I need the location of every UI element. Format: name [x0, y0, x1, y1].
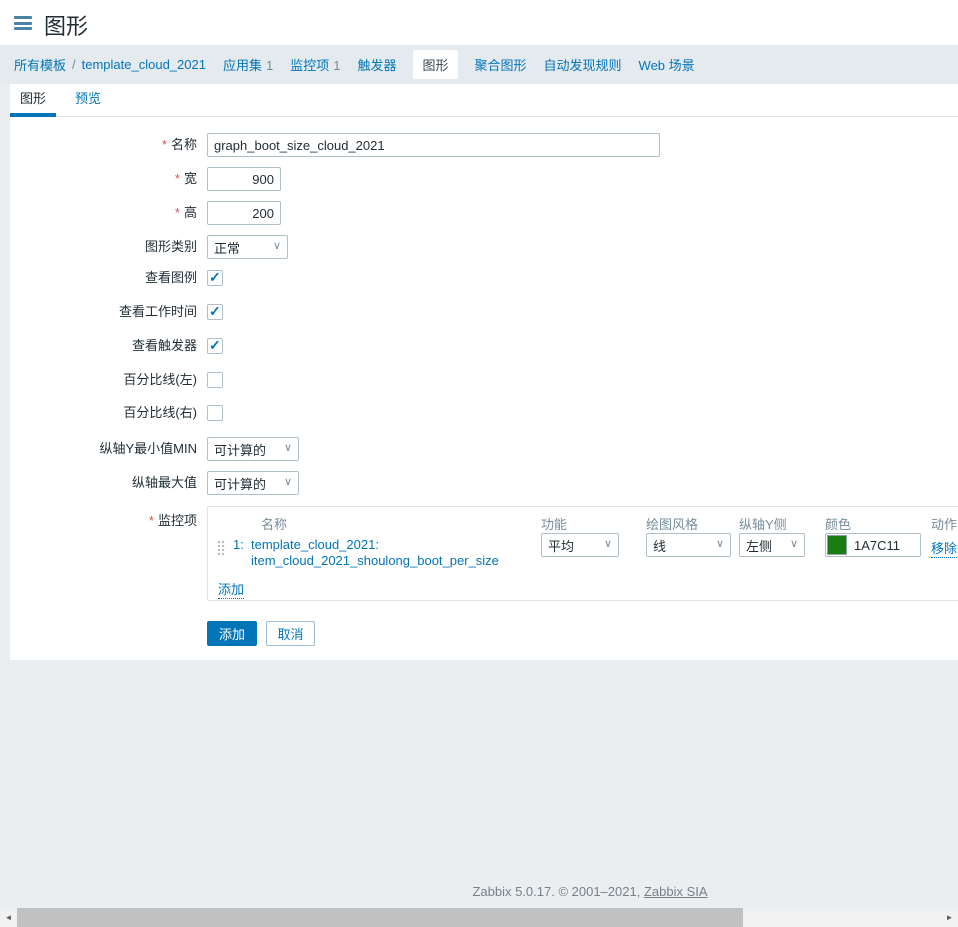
breadcrumb-template-link[interactable]: template_cloud_2021 — [82, 57, 206, 72]
yaxis-max-label: 纵轴最大值 — [10, 471, 197, 495]
check-icon: ✓ — [209, 303, 221, 320]
nav-item-triggers[interactable]: 触发器 — [357, 55, 396, 74]
horizontal-scrollbar[interactable]: ◄ ► — [0, 908, 958, 927]
item-name-link[interactable]: template_cloud_2021: item_cloud_2021_sho… — [251, 537, 499, 569]
item-draw-style-select[interactable]: 线∨ — [646, 533, 731, 557]
chevron-down-icon: ∨ — [284, 441, 292, 454]
nav-item-items[interactable]: 监控项1 — [290, 55, 340, 74]
tab-graph[interactable]: 图形 — [10, 84, 56, 116]
cancel-button[interactable]: 取消 — [266, 621, 315, 646]
content-panel: 图形 预览 *名称 *宽 *高 图形类别 正常∨ 查看图例 ✓ — [10, 84, 958, 660]
items-table: 名称 功能 绘图风格 纵轴Y侧 颜色 动作 1: template_cloud_… — [207, 506, 958, 601]
page: 图形 所有模板 / template_cloud_2021 应用集1 监控项1 … — [0, 0, 958, 927]
check-icon: ✓ — [209, 269, 221, 286]
item-remove-link[interactable]: 移除 — [931, 538, 957, 558]
chevron-down-icon: ∨ — [790, 537, 798, 550]
items-col-action: 动作 — [931, 514, 957, 533]
percentile-left-label: 百分比线(左) — [10, 372, 197, 388]
required-mark: * — [149, 513, 154, 528]
yaxis-min-label: 纵轴Y最小值MIN — [10, 437, 197, 461]
height-label: *高 — [10, 201, 197, 225]
header: 图形 — [0, 0, 958, 45]
show-triggers-checkbox[interactable]: ✓ — [207, 338, 223, 354]
required-mark: * — [175, 171, 180, 186]
width-label: *宽 — [10, 167, 197, 191]
page-title: 图形 — [44, 9, 88, 41]
name-input[interactable] — [207, 133, 660, 157]
item-row-number: 1: — [233, 537, 244, 552]
nav-item-screens[interactable]: 聚合图形 — [475, 55, 527, 74]
chevron-down-icon: ∨ — [284, 475, 292, 488]
required-mark: * — [175, 205, 180, 220]
items-col-yaxis-side: 纵轴Y侧 — [739, 514, 787, 533]
footer-zabbix-sia-link[interactable]: Zabbix SIA — [644, 884, 708, 899]
graph-type-select[interactable]: 正常∨ — [207, 235, 288, 259]
show-working-time-label: 查看工作时间 — [10, 304, 197, 320]
show-working-time-checkbox[interactable]: ✓ — [207, 304, 223, 320]
items-col-draw-style: 绘图风格 — [646, 514, 698, 533]
show-legend-label: 查看图例 — [10, 270, 197, 286]
breadcrumb-separator: / — [72, 57, 76, 72]
items-label: *监控项 — [10, 509, 197, 529]
show-triggers-label: 查看触发器 — [10, 338, 197, 354]
check-icon: ✓ — [209, 337, 221, 354]
add-button[interactable]: 添加 — [207, 621, 257, 646]
item-yaxis-side-select[interactable]: 左侧∨ — [739, 533, 805, 557]
yaxis-max-select[interactable]: 可计算的∨ — [207, 471, 299, 495]
color-value: 1A7C11 — [854, 538, 900, 553]
chevron-down-icon: ∨ — [604, 537, 612, 550]
chevron-down-icon: ∨ — [716, 537, 724, 550]
breadcrumb: 所有模板 / template_cloud_2021 应用集1 监控项1 触发器… — [0, 45, 958, 84]
scrollbar-thumb[interactable] — [17, 908, 743, 927]
item-color-field[interactable]: 1A7C11 — [825, 533, 921, 557]
breadcrumb-all-templates[interactable]: 所有模板 — [14, 55, 66, 74]
percentile-right-checkbox[interactable]: ✓ — [207, 405, 223, 421]
height-input[interactable] — [207, 201, 281, 225]
graph-type-label: 图形类别 — [10, 235, 197, 259]
item-function-select[interactable]: 平均∨ — [541, 533, 619, 557]
tab-preview[interactable]: 预览 — [65, 84, 111, 116]
width-input[interactable] — [207, 167, 281, 191]
name-label: *名称 — [10, 133, 197, 157]
chevron-down-icon: ∨ — [273, 239, 281, 252]
scroll-left-icon[interactable]: ◄ — [0, 908, 17, 927]
applications-count: 1 — [266, 58, 273, 73]
required-mark: * — [162, 137, 167, 152]
items-add-link[interactable]: 添加 — [218, 579, 244, 599]
yaxis-min-select[interactable]: 可计算的∨ — [207, 437, 299, 461]
items-col-name: 名称 — [261, 514, 287, 533]
items-col-function: 功能 — [541, 514, 567, 533]
color-swatch[interactable] — [827, 535, 847, 555]
nav-item-web-scenarios[interactable]: Web 场景 — [639, 55, 695, 74]
items-col-color: 颜色 — [825, 514, 851, 533]
items-count: 1 — [333, 58, 340, 73]
footer: Zabbix 5.0.17. © 2001–2021, Zabbix SIA — [0, 884, 958, 899]
scroll-right-icon[interactable]: ► — [941, 908, 958, 927]
tabs: 图形 预览 — [10, 84, 958, 117]
drag-handle-icon[interactable] — [217, 540, 225, 557]
nav-item-discovery-rules[interactable]: 自动发现规则 — [544, 55, 622, 74]
menu-icon[interactable] — [14, 16, 32, 30]
footer-version-text: Zabbix 5.0.17. © 2001–2021, — [472, 884, 643, 899]
nav-item-applications[interactable]: 应用集1 — [223, 55, 273, 74]
nav-item-graphs[interactable]: 图形 — [413, 50, 457, 79]
percentile-left-checkbox[interactable]: ✓ — [207, 372, 223, 388]
percentile-right-label: 百分比线(右) — [10, 405, 197, 421]
show-legend-checkbox[interactable]: ✓ — [207, 270, 223, 286]
